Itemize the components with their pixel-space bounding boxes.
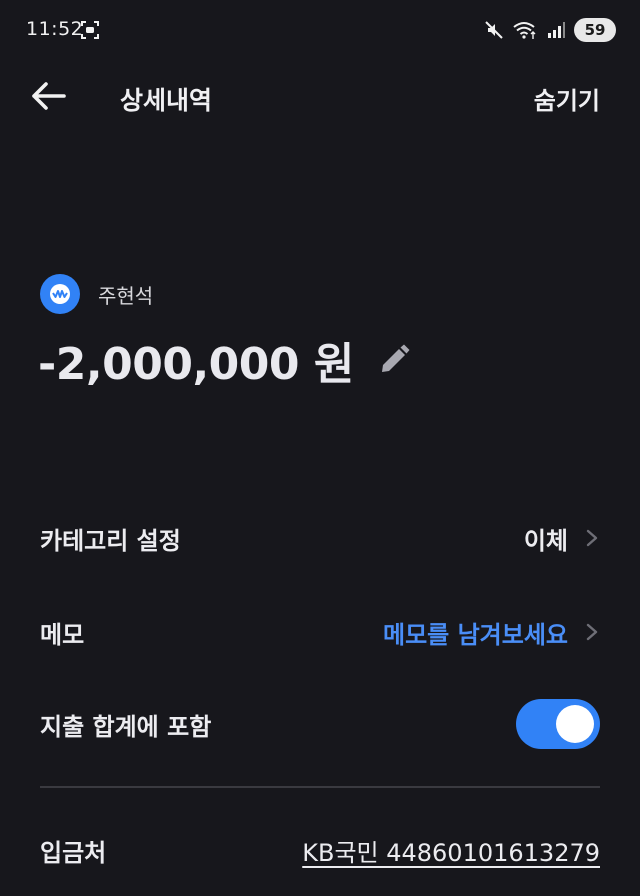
- hide-button[interactable]: 숨기기: [534, 81, 600, 116]
- transaction-amount: -2,000,000 원: [38, 339, 354, 390]
- include-in-total-row: 지출 합계에 포함: [40, 696, 600, 752]
- category-row[interactable]: 카테고리 설정 이체: [40, 510, 600, 566]
- deposit-to-label: 입금처: [40, 838, 107, 867]
- status-icons: 59: [484, 16, 616, 44]
- deposit-account-link[interactable]: KB국민 44860101613279: [302, 833, 600, 868]
- include-in-total-label: 지출 합계에 포함: [40, 712, 212, 741]
- mute-icon: [485, 21, 503, 39]
- signal-icon: [548, 22, 565, 38]
- deposit-to-row: 입금처 KB국민 44860101613279: [40, 822, 600, 878]
- memo-row[interactable]: 메모 메모를 남겨보세요: [40, 604, 600, 660]
- amount-row: -2,000,000 원: [38, 328, 412, 392]
- bank-logo-icon: [40, 274, 80, 314]
- status-bar: 11:52 59: [0, 0, 640, 64]
- screen-record-icon: [81, 21, 99, 39]
- memo-label: 메모: [40, 620, 85, 649]
- category-label: 카테고리 설정: [40, 526, 181, 555]
- arrow-left-icon: [32, 82, 66, 110]
- account-name: 주현석: [98, 283, 154, 308]
- header: 상세내역 숨기기: [0, 64, 640, 128]
- toggle-knob: [556, 705, 594, 743]
- memo-input-link[interactable]: 메모를 남겨보세요: [383, 615, 600, 650]
- back-button[interactable]: [26, 76, 70, 116]
- page-title: 상세내역: [120, 86, 213, 115]
- status-time: 11:52: [26, 18, 84, 40]
- account-row: 주현석: [40, 274, 153, 314]
- pencil-icon: [381, 344, 410, 372]
- memo-placeholder: 메모를 남겨보세요: [383, 620, 568, 649]
- divider: [40, 786, 600, 788]
- include-in-total-toggle[interactable]: [516, 699, 600, 749]
- edit-amount-button[interactable]: [376, 342, 412, 378]
- category-value: 이체: [523, 526, 568, 555]
- chevron-right-icon: [586, 623, 598, 641]
- chevron-right-icon: [586, 529, 598, 547]
- category-selector[interactable]: 이체: [524, 521, 600, 556]
- wifi-icon: [513, 22, 536, 39]
- transaction-detail-screen: 11:52 59 상세내역 숨기기 주현석 -2,000,000 원 카테고리 …: [0, 0, 640, 896]
- battery-level: 59: [574, 18, 616, 42]
